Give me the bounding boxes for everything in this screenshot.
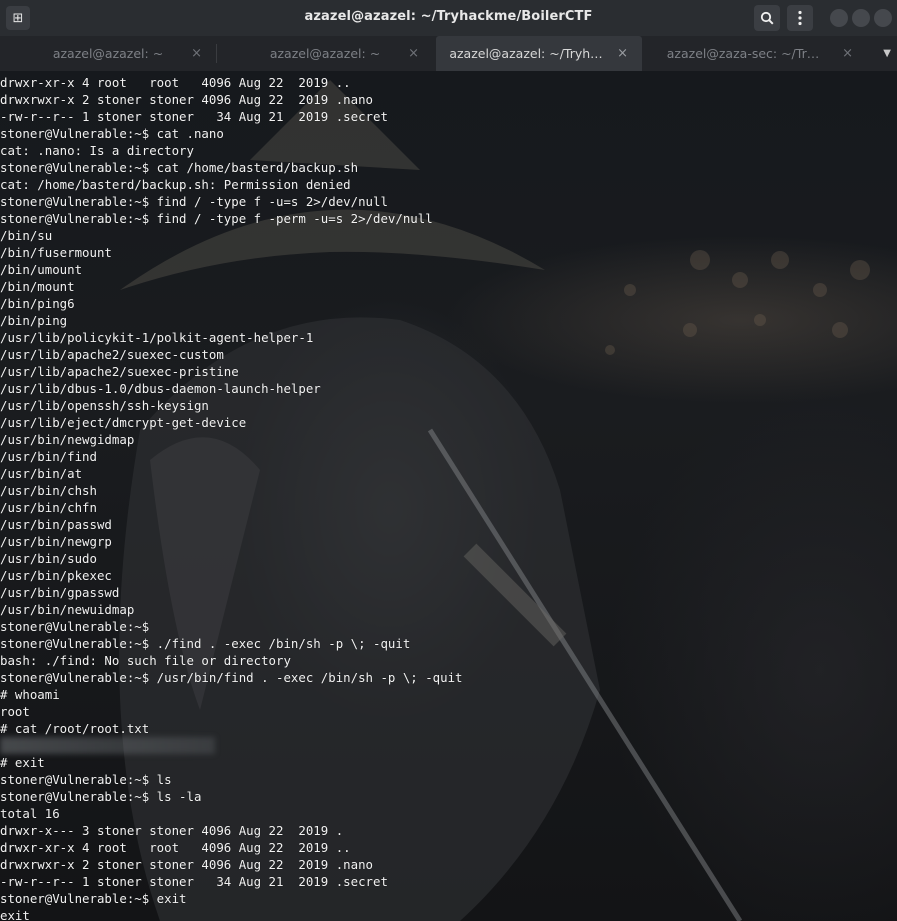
search-icon <box>760 11 774 25</box>
redacted-flag-blur <box>0 737 215 754</box>
terminal-line: exit <box>0 908 30 921</box>
chevron-down-icon: ▼ <box>883 48 891 59</box>
terminal-line: stoner@Vulnerable:~$ ls -la <box>0 789 202 804</box>
terminal-line: -rw-r--r-- 1 stoner stoner 34 Aug 21 201… <box>0 874 388 889</box>
terminal-line: drwxrwxr-x 2 stoner stoner 4096 Aug 22 2… <box>0 857 373 872</box>
terminal-line: /usr/lib/eject/dmcrypt-get-device <box>0 415 247 430</box>
terminal-line: /usr/lib/apache2/suexec-custom <box>0 347 224 362</box>
tab-label: azazel@azazel: ~ <box>52 46 164 61</box>
terminal-line: /bin/ping6 <box>0 296 75 311</box>
tab-close-icon[interactable]: × <box>191 46 202 61</box>
terminal-line: /bin/umount <box>0 262 83 277</box>
terminal-line: root <box>0 704 30 719</box>
terminal-line: /usr/bin/chfn <box>0 500 97 515</box>
terminal-line: drwxr-xr-x 4 root root 4096 Aug 22 2019 … <box>0 75 351 90</box>
tab-4[interactable]: azazel@zaza-sec: ~/Tr… × <box>645 36 867 71</box>
search-button[interactable] <box>754 5 780 31</box>
terminal-line: # exit <box>0 755 45 770</box>
tab-close-icon[interactable]: × <box>408 46 419 61</box>
close-button[interactable] <box>874 9 892 27</box>
terminal-line: /usr/bin/gpasswd <box>0 585 120 600</box>
terminal-line: drwxrwxr-x 2 stoner stoner 4096 Aug 22 2… <box>0 92 373 107</box>
terminal-line: /usr/bin/at <box>0 466 83 481</box>
terminal-line: /bin/fusermount <box>0 245 112 260</box>
tab-label: azazel@azazel: ~/Tryh… <box>449 46 603 61</box>
tab-bar: azazel@azazel: ~ × azazel@azazel: ~ × az… <box>0 36 897 71</box>
minimize-button[interactable] <box>830 9 848 27</box>
tab-1[interactable]: azazel@azazel: ~ × <box>0 36 216 71</box>
tab-close-icon[interactable]: × <box>842 46 853 61</box>
terminal-output[interactable]: drwxr-xr-x 4 root root 4096 Aug 22 2019 … <box>0 74 897 921</box>
terminal-line: total 16 <box>0 806 60 821</box>
terminal-line: /usr/lib/dbus-1.0/dbus-daemon-launch-hel… <box>0 381 321 396</box>
kebab-menu-icon <box>798 10 802 26</box>
tab-close-icon[interactable]: × <box>617 46 628 61</box>
maximize-button[interactable] <box>852 9 870 27</box>
tab-list-button[interactable]: ▼ <box>883 48 891 59</box>
terminal-line: stoner@Vulnerable:~$ /usr/bin/find . -ex… <box>0 670 463 685</box>
terminal-line: drwxr-xr-x 4 root root 4096 Aug 22 2019 … <box>0 840 351 855</box>
tab-2[interactable]: azazel@azazel: ~ × <box>217 36 433 71</box>
terminal-line: /bin/mount <box>0 279 75 294</box>
terminal-line: /bin/su <box>0 228 53 243</box>
menu-button[interactable] <box>787 5 813 31</box>
terminal-line: stoner@Vulnerable:~$ <box>0 619 150 634</box>
terminal-line: # cat /root/root.txt <box>0 721 150 736</box>
terminal-line: -rw-r--r-- 1 stoner stoner 34 Aug 21 201… <box>0 109 388 124</box>
terminal-line: stoner@Vulnerable:~$ find / -type f -u=s… <box>0 194 388 209</box>
terminal-line: # whoami <box>0 687 60 702</box>
terminal-line: /bin/ping <box>0 313 68 328</box>
terminal-line: cat: /home/basterd/backup.sh: Permission… <box>0 177 351 192</box>
tab-3-active[interactable]: azazel@azazel: ~/Tryh… × <box>436 36 642 71</box>
terminal-line: /usr/lib/policykit-1/polkit-agent-helper… <box>0 330 314 345</box>
terminal-line: /usr/bin/sudo <box>0 551 97 566</box>
terminal-line: stoner@Vulnerable:~$ ls <box>0 772 172 787</box>
terminal-line: stoner@Vulnerable:~$ find / -type f -per… <box>0 211 433 226</box>
terminal-line: /usr/bin/pkexec <box>0 568 112 583</box>
terminal-line: stoner@Vulnerable:~$ cat /home/basterd/b… <box>0 160 359 175</box>
terminal-line: /usr/bin/find <box>0 449 97 464</box>
terminal-line: /usr/bin/chsh <box>0 483 97 498</box>
terminal-line: /usr/lib/openssh/ssh-keysign <box>0 398 209 413</box>
terminal-line: stoner@Vulnerable:~$ exit <box>0 891 187 906</box>
terminal-line: /usr/bin/passwd <box>0 517 112 532</box>
terminal-line: stoner@Vulnerable:~$ cat .nano <box>0 126 224 141</box>
terminal-line: /usr/bin/newgrp <box>0 534 112 549</box>
title-bar: ⊞ azazel@azazel: ~/Tryhackme/BoilerCTF <box>0 0 897 37</box>
terminal-line: drwxr-x--- 3 stoner stoner 4096 Aug 22 2… <box>0 823 344 838</box>
tab-label: azazel@azazel: ~ <box>269 46 381 61</box>
terminal-line: cat: .nano: Is a directory <box>0 143 194 158</box>
terminal-line: /usr/bin/newuidmap <box>0 602 135 617</box>
tab-label: azazel@zaza-sec: ~/Tr… <box>666 46 820 61</box>
terminal-line: bash: ./find: No such file or directory <box>0 653 291 668</box>
terminal-line: /usr/bin/newgidmap <box>0 432 135 447</box>
terminal-line: /usr/lib/apache2/suexec-pristine <box>0 364 239 379</box>
terminal-line: stoner@Vulnerable:~$ ./find . -exec /bin… <box>0 636 411 651</box>
